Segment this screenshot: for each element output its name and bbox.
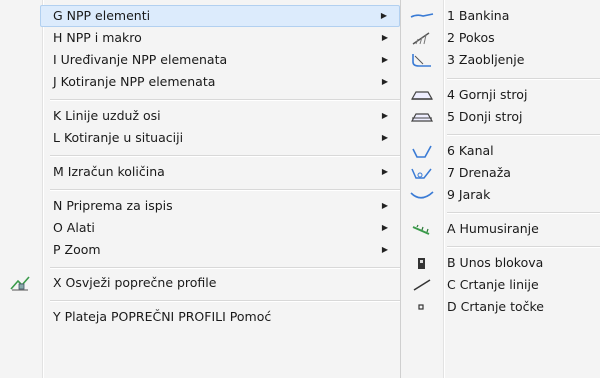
pokos-icon: [409, 30, 435, 46]
submenu-item-drenaza[interactable]: 7 Drenaža: [401, 162, 600, 184]
menu-item-zoom[interactable]: P Zoom ▶: [40, 239, 400, 261]
menu-item-label: Y Plateja POPREČNI PROFILI Pomoć: [53, 309, 272, 324]
menu-separator: [50, 300, 400, 302]
submenu-arrow-icon: ▶: [381, 201, 388, 210]
submenu-arrow-icon: ▶: [381, 223, 388, 232]
submenu-arrow-icon: ▶: [381, 77, 388, 86]
menu-item-alati[interactable]: O Alati ▶: [40, 217, 400, 239]
submenu-separator: [447, 78, 600, 80]
submenu-arrow-icon: ▶: [381, 245, 388, 254]
drenaza-icon: [409, 165, 435, 181]
submenu-separator: [447, 246, 600, 248]
menu-item-linije-uzduz-osi[interactable]: K Linije uzduž osi ▶: [40, 105, 400, 127]
submenu-item-label: D Crtanje točke: [447, 299, 544, 314]
gornji-stroj-icon: [409, 87, 435, 103]
menu-item-label: G NPP elementi: [53, 8, 151, 23]
submenu-separator: [447, 134, 600, 136]
menu-item-label: N Priprema za ispis: [53, 198, 173, 213]
menu-item-label: M Izračun količina: [53, 164, 165, 179]
menu-item-izracun-kolicina[interactable]: M Izračun količina ▶: [40, 161, 400, 183]
unos-blokova-icon: [409, 255, 435, 271]
crtanje-linije-icon: [409, 277, 435, 293]
menu-separator: [50, 267, 400, 269]
menu-item-label: L Kotiranje u situaciji: [53, 130, 184, 145]
submenu-item-donji-stroj[interactable]: 5 Donji stroj: [401, 106, 600, 128]
submenu-item-label: 1 Bankina: [447, 8, 510, 23]
submenu-item-gornji-stroj[interactable]: 4 Gornji stroj: [401, 84, 600, 106]
refresh-profiles-icon: [10, 275, 30, 291]
submenu-arrow-icon: ▶: [381, 55, 388, 64]
menu-item-kotiranje-npp[interactable]: J Kotiranje NPP elemenata ▶: [40, 71, 400, 93]
jarak-icon: [409, 187, 435, 203]
submenu-item-label: 4 Gornji stroj: [447, 87, 528, 102]
submenu-item-crtanje-linije[interactable]: C Crtanje linije: [401, 274, 600, 296]
submenu-item-label: A Humusiranje: [447, 221, 539, 236]
submenu-item-humusiranje[interactable]: A Humusiranje: [401, 218, 600, 240]
menu-icon-gutter: [0, 0, 38, 378]
menu-item-pomoc[interactable]: Y Plateja POPREČNI PROFILI Pomoć: [40, 306, 400, 328]
submenu-item-label: 3 Zaobljenje: [447, 52, 525, 67]
bankina-icon: [409, 8, 435, 24]
submenu-arrow-icon: ▶: [381, 133, 388, 142]
submenu-item-pokos[interactable]: 2 Pokos: [401, 27, 600, 49]
menu-separator: [50, 99, 400, 101]
menu-item-label: H NPP i makro: [53, 30, 142, 45]
menu-item-npp-i-makro[interactable]: H NPP i makro ▶: [40, 27, 400, 49]
submenu-arrow-icon: ▶: [381, 33, 388, 42]
kanal-icon: [409, 143, 435, 159]
menu-item-label: X Osvježi poprečne profile: [53, 275, 217, 290]
zaobljenje-icon: [409, 52, 435, 68]
menu-item-label: P Zoom: [53, 242, 101, 257]
submenu-arrow-icon: ▶: [381, 167, 388, 176]
submenu-item-label: C Crtanje linije: [447, 277, 539, 292]
submenu-npp-elementi: 1 Bankina 2 Pokos 3 Zaobljenje 4 Gornji …: [400, 0, 600, 378]
submenu-item-unos-blokova[interactable]: B Unos blokova: [401, 252, 600, 274]
menu-item-label: K Linije uzduž osi: [53, 108, 161, 123]
submenu-item-crtanje-tocke[interactable]: D Crtanje točke: [401, 296, 600, 318]
submenu-arrow-icon: ▶: [380, 11, 387, 20]
humusiranje-icon: [409, 221, 435, 237]
menu-item-npp-elementi[interactable]: G NPP elementi ▶: [40, 5, 400, 27]
crtanje-tocke-icon: [409, 299, 435, 315]
menu-item-uredivanje-npp[interactable]: I Uređivanje NPP elemenata ▶: [40, 49, 400, 71]
submenu-item-label: B Unos blokova: [447, 255, 544, 270]
submenu-item-label: 6 Kanal: [447, 143, 494, 158]
menu-item-kotiranje-situacija[interactable]: L Kotiranje u situaciji ▶: [40, 127, 400, 149]
submenu-item-kanal[interactable]: 6 Kanal: [401, 140, 600, 162]
menu-separator: [50, 155, 400, 157]
submenu-item-label: 7 Drenaža: [447, 165, 511, 180]
submenu-arrow-icon: ▶: [381, 111, 388, 120]
menu-item-label: J Kotiranje NPP elemenata: [53, 74, 216, 89]
donji-stroj-icon: [409, 109, 435, 125]
menu-separator: [50, 189, 400, 191]
submenu-item-bankina[interactable]: 1 Bankina: [401, 5, 600, 27]
submenu-item-label: 2 Pokos: [447, 30, 495, 45]
menu-item-label: O Alati: [53, 220, 95, 235]
submenu-separator: [447, 212, 600, 214]
submenu-item-zaobljenje[interactable]: 3 Zaobljenje: [401, 49, 600, 71]
context-menu: G NPP elementi ▶ H NPP i makro ▶ I Uređi…: [0, 0, 405, 378]
submenu-item-label: 9 Jarak: [447, 187, 491, 202]
submenu-item-jarak[interactable]: 9 Jarak: [401, 184, 600, 206]
menu-item-osvjezi-profile[interactable]: X Osvježi poprečne profile: [40, 272, 400, 294]
submenu-item-label: 5 Donji stroj: [447, 109, 523, 124]
menu-item-label: I Uređivanje NPP elemenata: [53, 52, 228, 67]
menu-item-priprema-za-ispis[interactable]: N Priprema za ispis ▶: [40, 195, 400, 217]
